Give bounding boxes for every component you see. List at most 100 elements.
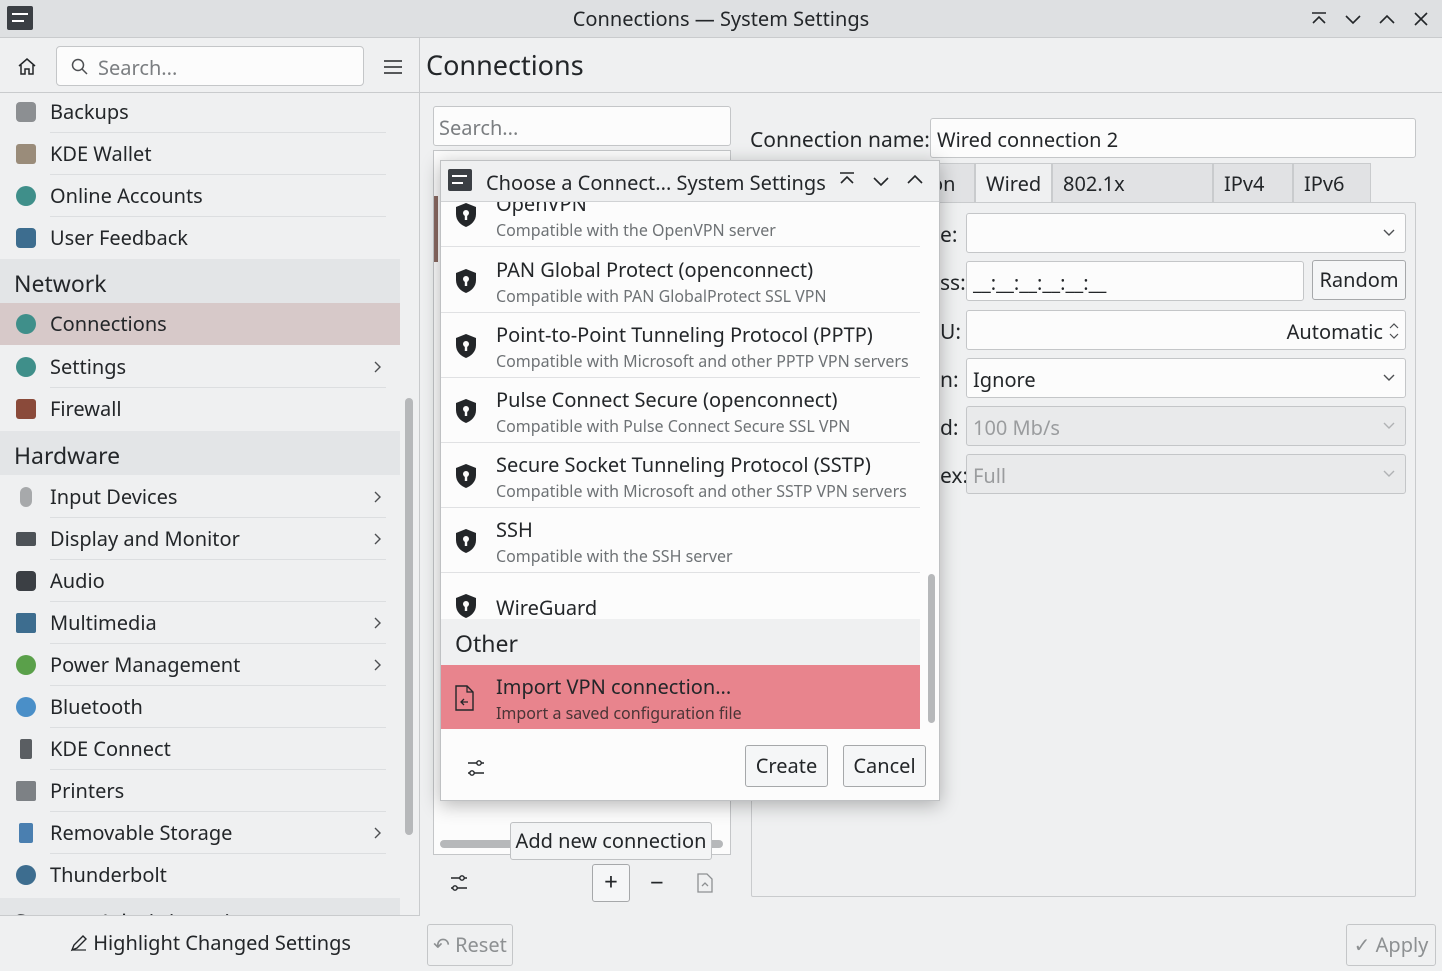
- close-icon[interactable]: [1407, 5, 1435, 33]
- connection-name-input[interactable]: Wired connection 2: [930, 118, 1416, 158]
- chevron-right-icon: [374, 361, 381, 373]
- vpn-shield-icon: [456, 594, 476, 618]
- checkmark-icon: ✓: [1353, 931, 1371, 958]
- speed-select: 100 Mb/s: [966, 406, 1406, 446]
- reset-button: ↶ Reset: [427, 924, 513, 966]
- tab-wired[interactable]: Wired: [975, 163, 1052, 203]
- monitor-icon: [16, 532, 36, 546]
- search-placeholder: Search...: [98, 54, 178, 81]
- mouse-icon: [20, 487, 32, 507]
- home-icon[interactable]: [12, 54, 42, 80]
- feedback-icon: [16, 228, 36, 248]
- list-item-pptp[interactable]: Point-to-Point Tunneling Protocol (PPTP)…: [441, 313, 920, 378]
- firewall-icon: [16, 399, 36, 419]
- device-label: e:: [940, 221, 958, 249]
- keep-above-icon[interactable]: [838, 171, 856, 187]
- mac-address-label: ss:: [940, 269, 966, 297]
- sidebar-item-kde-wallet[interactable]: KDE Wallet: [0, 133, 400, 175]
- device-select[interactable]: [966, 213, 1406, 253]
- sidebar-item-input-devices[interactable]: Input Devices: [0, 476, 400, 518]
- choose-connection-dialog: Choose a Connect... System Settings Open…: [440, 160, 940, 801]
- sidebar-item-power-management[interactable]: Power Management: [0, 644, 400, 686]
- mtu-label: U:: [940, 318, 961, 346]
- link-negotiation-select[interactable]: Ignore: [966, 358, 1406, 398]
- usb-drive-icon: [19, 823, 33, 843]
- vpn-shield-icon: [456, 399, 476, 423]
- highlight-changed-settings-button[interactable]: Highlight Changed Settings: [70, 929, 351, 956]
- undo-icon: ↶: [433, 931, 450, 958]
- sidebar-list: Backups KDE Wallet Online Accounts User …: [0, 93, 400, 915]
- connection-type-list[interactable]: OpenVPN Compatible with the OpenVPN serv…: [441, 202, 920, 729]
- import-file-icon[interactable]: [696, 872, 714, 899]
- chevron-right-icon: [374, 659, 381, 671]
- add-connection-button[interactable]: +: [592, 864, 630, 902]
- configure-icon[interactable]: [465, 757, 487, 779]
- create-button[interactable]: Create: [745, 745, 828, 787]
- sidebar-item-settings[interactable]: Settings: [0, 346, 400, 388]
- configure-icon[interactable]: [448, 872, 470, 894]
- sidebar-item-display-and-monitor[interactable]: Display and Monitor: [0, 518, 400, 560]
- duplex-select: Full: [966, 454, 1406, 494]
- list-item-pulse-connect-secure[interactable]: Pulse Connect Secure (openconnect) Compa…: [441, 378, 920, 443]
- sidebar-item-firewall[interactable]: Firewall: [0, 388, 400, 430]
- sidebar-item-printers[interactable]: Printers: [0, 770, 400, 812]
- keep-above-icon[interactable]: [1305, 5, 1333, 33]
- tab-8021x-security[interactable]: 802.1x Security: [1052, 163, 1213, 237]
- sidebar-item-bluetooth[interactable]: Bluetooth: [0, 686, 400, 728]
- thunderbolt-icon: [16, 865, 36, 885]
- phone-icon: [20, 739, 32, 759]
- speed-label: d:: [940, 414, 959, 442]
- duplex-label: ex:: [940, 462, 969, 490]
- sidebar-item-backups[interactable]: Backups: [0, 93, 400, 133]
- spin-arrows-icon[interactable]: [1389, 321, 1399, 341]
- import-document-icon: [455, 685, 474, 711]
- list-item-sstp[interactable]: Secure Socket Tunneling Protocol (SSTP) …: [441, 443, 920, 508]
- chevron-right-icon: [374, 491, 381, 503]
- sidebar-item-audio[interactable]: Audio: [0, 560, 400, 602]
- chevron-right-icon: [374, 827, 381, 839]
- mtu-spinbox[interactable]: Automatic: [966, 310, 1406, 350]
- sidebar-item-connections[interactable]: Connections: [0, 303, 400, 345]
- list-item-openvpn[interactable]: OpenVPN Compatible with the OpenVPN serv…: [441, 202, 920, 247]
- sidebar-item-removable-storage[interactable]: Removable Storage: [0, 812, 400, 854]
- vpn-shield-icon: [456, 529, 476, 553]
- minimize-icon[interactable]: [872, 175, 890, 187]
- sidebar-scrollbar[interactable]: [405, 398, 413, 835]
- cancel-button[interactable]: Cancel: [843, 745, 926, 787]
- chevron-down-icon: [1383, 229, 1395, 236]
- sidebar-item-online-accounts[interactable]: Online Accounts: [0, 175, 400, 217]
- globe-icon: [16, 186, 36, 206]
- random-mac-button[interactable]: Random: [1312, 260, 1406, 300]
- chevron-down-icon: [1383, 470, 1395, 477]
- list-item-ssh[interactable]: SSH Compatible with the SSH server: [441, 508, 920, 573]
- sidebar-item-thunderbolt[interactable]: Thunderbolt: [0, 854, 400, 896]
- sidebar-item-kde-connect[interactable]: KDE Connect: [0, 728, 400, 770]
- speaker-icon: [16, 571, 36, 591]
- mac-address-input[interactable]: __:__:__:__:__:__: [966, 261, 1304, 301]
- link-negotiation-label: n:: [940, 366, 959, 394]
- dialog-list-scrollbar[interactable]: [928, 574, 935, 723]
- connection-search-input[interactable]: Search...: [433, 106, 731, 146]
- hamburger-menu-icon[interactable]: [382, 56, 404, 76]
- sidebar-item-multimedia[interactable]: Multimedia: [0, 602, 400, 644]
- backups-icon: [16, 102, 36, 122]
- dialog-titlebar: Choose a Connect... System Settings: [441, 161, 939, 202]
- chevron-down-icon: [1383, 422, 1395, 429]
- remove-connection-button[interactable]: −: [650, 866, 664, 899]
- maximize-icon[interactable]: [1373, 5, 1401, 33]
- list-item-pan-global-protect[interactable]: PAN Global Protect (openconnect) Compati…: [441, 248, 920, 313]
- connection-name-label: Connection name:: [750, 126, 930, 154]
- network-settings-icon: [16, 357, 36, 377]
- list-item-import-vpn[interactable]: Import VPN connection... Import a saved …: [441, 665, 920, 729]
- maximize-icon[interactable]: [906, 173, 924, 185]
- tab-ipv4[interactable]: IPv4: [1213, 163, 1293, 203]
- sidebar-item-user-feedback[interactable]: User Feedback: [0, 217, 400, 259]
- vpn-shield-icon: [456, 203, 476, 227]
- tab-ipv6[interactable]: IPv6: [1293, 163, 1371, 203]
- apply-button: ✓ Apply: [1346, 924, 1436, 966]
- search-icon: [71, 58, 88, 75]
- sidebar-section-hardware: Hardware: [0, 431, 400, 475]
- sidebar-search-input[interactable]: Search...: [56, 46, 364, 86]
- minimize-icon[interactable]: [1339, 5, 1367, 33]
- system-settings-app-icon: [448, 169, 472, 191]
